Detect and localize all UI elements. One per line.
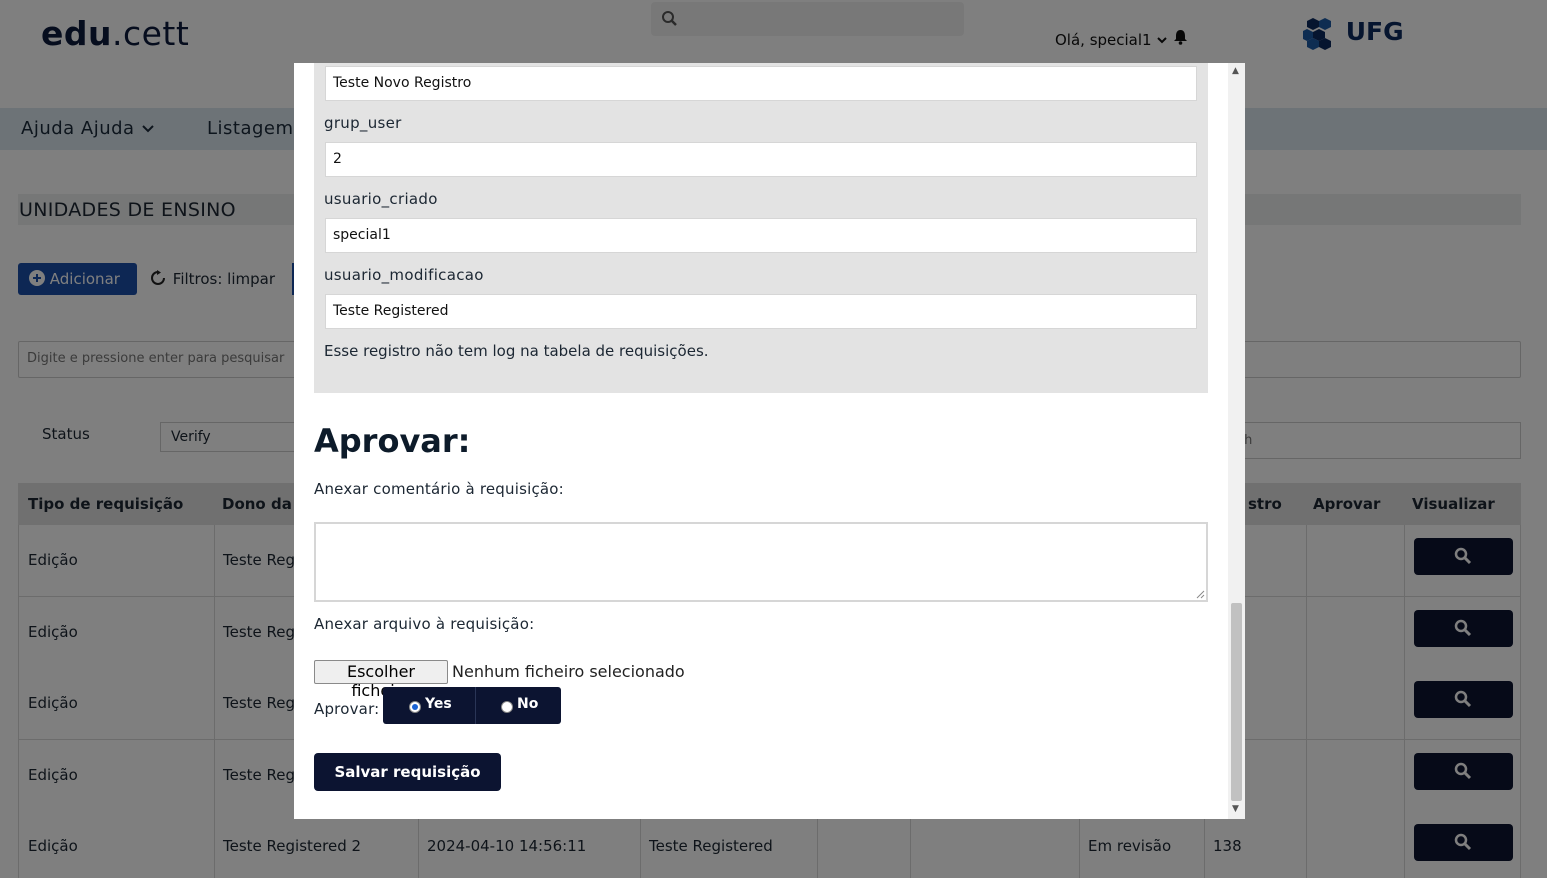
field-nome-value[interactable]: Teste Novo Registro bbox=[325, 66, 1197, 101]
field-grup-user-value[interactable]: 2 bbox=[325, 142, 1197, 177]
file-label: Anexar arquivo à requisição: bbox=[314, 615, 535, 633]
log-note: Esse registro não tem log na tabela de r… bbox=[324, 342, 709, 360]
field-usuario-modificacao-value[interactable]: Teste Registered bbox=[325, 294, 1197, 329]
scroll-thumb[interactable] bbox=[1231, 603, 1242, 801]
radio-no[interactable] bbox=[501, 701, 513, 713]
request-modal: Teste Novo Registro grup_user 2 usuario_… bbox=[294, 63, 1245, 819]
comment-label: Anexar comentário à requisição: bbox=[314, 480, 564, 498]
aprovar-heading: Aprovar: bbox=[314, 422, 471, 460]
file-status-text: Nenhum ficheiro selecionado bbox=[452, 662, 685, 681]
approve-yes-option[interactable]: Yes bbox=[383, 687, 475, 724]
approve-radio-group: Yes No bbox=[383, 687, 561, 724]
radio-yes[interactable] bbox=[409, 701, 421, 713]
scroll-down-icon[interactable]: ▼ bbox=[1232, 804, 1239, 814]
choose-file-button[interactable]: Escolher ficheiro bbox=[314, 660, 448, 700]
modal-scrollbar[interactable]: ▲ ▼ bbox=[1228, 63, 1245, 819]
save-request-button[interactable]: Salvar requisição bbox=[314, 753, 501, 791]
field-usuario-criado-value[interactable]: special1 bbox=[325, 218, 1197, 253]
comment-textarea[interactable] bbox=[314, 522, 1208, 602]
field-label-usuario-modificacao: usuario_modificacao bbox=[324, 266, 484, 284]
approve-no-option[interactable]: No bbox=[476, 687, 561, 724]
scroll-up-icon[interactable]: ▲ bbox=[1232, 66, 1239, 76]
field-label-usuario-criado: usuario_criado bbox=[324, 190, 438, 208]
record-details-panel: Teste Novo Registro grup_user 2 usuario_… bbox=[314, 63, 1208, 393]
field-label-grup-user: grup_user bbox=[324, 114, 402, 132]
resize-handle-icon bbox=[1196, 590, 1205, 599]
approve-label: Aprovar: bbox=[314, 700, 380, 718]
